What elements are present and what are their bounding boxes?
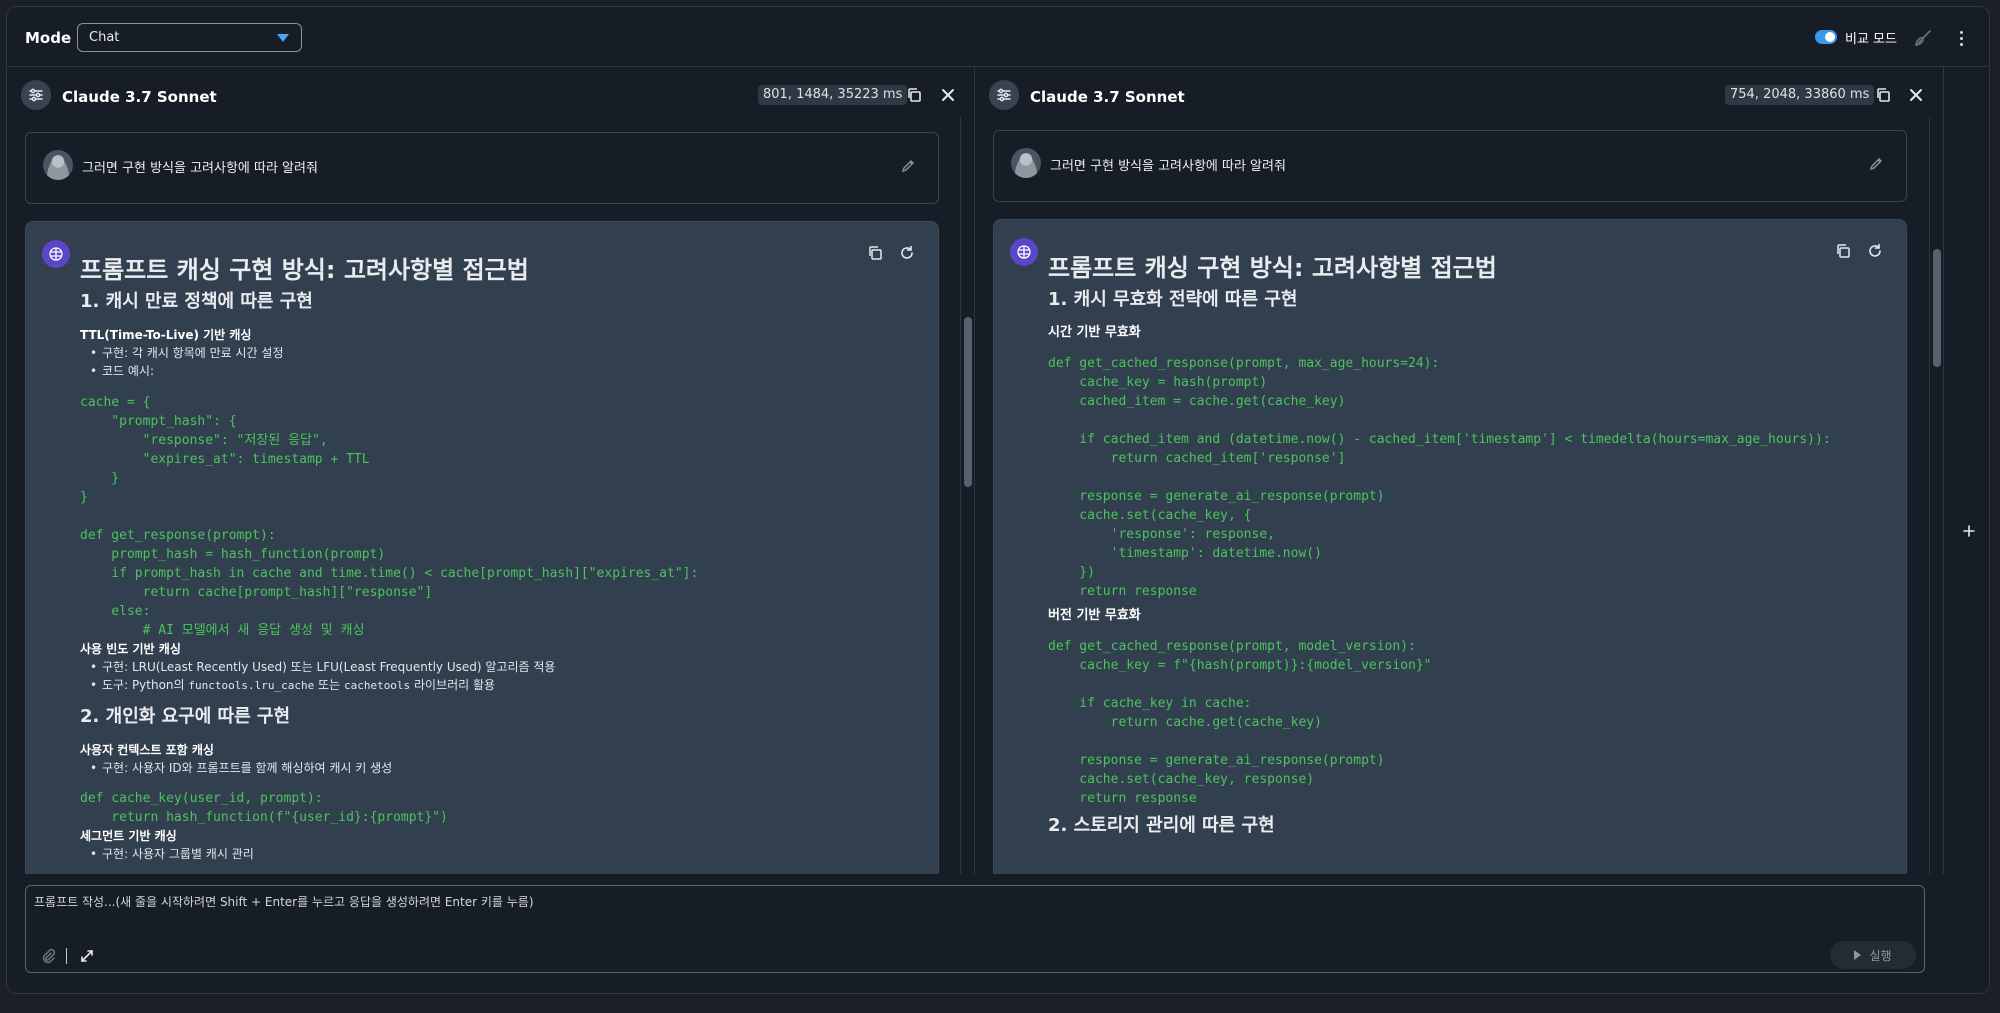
subheading: 사용 빈도 기반 캐싱 xyxy=(80,642,181,656)
subheading: 세그먼트 기반 캐싱 xyxy=(80,829,177,843)
list-item: 구현: 각 캐시 항목에 만료 시간 설정 xyxy=(80,344,918,362)
code-block: def get_cached_response(prompt, model_ve… xyxy=(1048,639,1432,806)
compare-mode-label: 비교 모드 xyxy=(1845,31,1897,47)
pencil-icon[interactable] xyxy=(900,158,916,174)
pencil-icon[interactable] xyxy=(1868,156,1884,172)
mode-select[interactable]: Chat xyxy=(77,23,302,52)
response-title: 프롬프트 캐싱 구현 방식: 고려사항별 접근법 xyxy=(1048,254,1497,282)
run-button-label: 실행 xyxy=(1869,948,1892,963)
code-block: cache = { "prompt_hash": { "response": "… xyxy=(80,395,699,638)
section-heading: 1. 캐시 무효화 전략에 따른 구현 xyxy=(1048,289,1298,310)
list-item: 구현: 사용자 ID와 프롬프트를 함께 해싱하여 캐시 키 생성 xyxy=(80,759,918,777)
model-panel-right: Claude 3.7 Sonnet 754, 2048, 33860 ms 그러… xyxy=(975,67,1944,874)
copy-icon[interactable] xyxy=(905,86,923,104)
compare-mode-toggle[interactable]: 비교 모드 xyxy=(1815,28,1897,47)
chat-scroll-area[interactable]: 그러면 구현 방식을 고려사항에 따라 알려줘 프롬프트 캐싱 구현 방식: 고… xyxy=(975,117,1929,874)
ai-brain-icon xyxy=(42,240,70,268)
ai-brain-icon xyxy=(1010,238,1038,266)
play-icon xyxy=(1854,950,1862,960)
subheading: 사용자 컨텍스트 포함 캐싱 xyxy=(80,743,214,757)
scrollbar[interactable] xyxy=(960,117,974,874)
list-item: 구현: LRU(Least Recently Used) 또는 LFU(Leas… xyxy=(80,658,918,676)
section-heading: 2. 개인화 요구에 따른 구현 xyxy=(80,706,291,727)
panel-header: Claude 3.7 Sonnet 754, 2048, 33860 ms xyxy=(975,67,1943,117)
code-block: def cache_key(user_id, prompt): return h… xyxy=(80,791,448,825)
subheading: 시간 기반 무효화 xyxy=(1048,325,1141,340)
close-icon[interactable] xyxy=(1907,86,1925,104)
plus-icon[interactable] xyxy=(1962,524,1976,538)
list-item: 도구: Python의 functools.lru_cache 또는 cache… xyxy=(80,676,918,694)
list-item: 코드 예시: xyxy=(80,362,918,380)
user-avatar xyxy=(1011,148,1041,178)
text: 또는 xyxy=(314,678,344,692)
ai-response-content: 프롬프트 캐싱 구현 방식: 고려사항별 접근법 1. 캐시 무효화 전략에 따… xyxy=(1048,252,1886,840)
model-panel-left: Claude 3.7 Sonnet 801, 1484, 35223 ms 그러… xyxy=(7,67,975,874)
list-item: 구현: 사용자 그룹별 캐시 관리 xyxy=(80,845,918,863)
chat-scroll-area[interactable]: 그러면 구현 방식을 고려사항에 따라 알려줘 프롬프트 캐싱 구현 방식: 고… xyxy=(7,117,960,874)
prompt-input[interactable]: 프롬프트 작성...(새 줄을 시작하려면 Shift + Enter를 누르고… xyxy=(25,885,1925,973)
paperclip-icon[interactable] xyxy=(40,948,56,964)
model-name: Claude 3.7 Sonnet xyxy=(1030,88,1185,106)
code-block: def get_cached_response(prompt, max_age_… xyxy=(1048,356,1831,599)
top-bar: Mode Chat 비교 모드 xyxy=(7,7,1989,67)
subheading: 버전 기반 무효화 xyxy=(1048,608,1141,623)
scrollbar[interactable] xyxy=(1929,117,1943,874)
user-message-text: 그러면 구현 방식을 고려사항에 따라 알려줘 xyxy=(1050,159,1286,174)
user-message: 그러면 구현 방식을 고려사항에 따라 알려줘 xyxy=(993,130,1907,202)
token-latency-stats: 754, 2048, 33860 ms xyxy=(1725,85,1875,105)
divider xyxy=(66,948,67,964)
mode-select-value: Chat xyxy=(89,30,120,45)
chevron-down-icon xyxy=(277,34,289,42)
scrollbar-thumb[interactable] xyxy=(964,317,972,487)
token-latency-stats: 801, 1484, 35223 ms xyxy=(758,85,908,105)
close-icon[interactable] xyxy=(939,86,957,104)
response-title: 프롬프트 캐싱 구현 방식: 고려사항별 접근법 xyxy=(80,256,529,284)
app-window: Mode Chat 비교 모드 Claude 3.7 Sonnet 801, 1… xyxy=(6,6,1990,994)
model-name: Claude 3.7 Sonnet xyxy=(62,88,217,106)
toggle-switch[interactable] xyxy=(1815,30,1837,44)
expand-icon[interactable] xyxy=(80,949,94,963)
ai-response: 프롬프트 캐싱 구현 방식: 고려사항별 접근법 1. 캐시 무효화 전략에 따… xyxy=(993,219,1907,874)
broom-icon[interactable] xyxy=(1913,28,1933,48)
ai-response: 프롬프트 캐싱 구현 방식: 고려사항별 접근법 1. 캐시 만료 정책에 따른… xyxy=(25,221,939,874)
panel-header: Claude 3.7 Sonnet 801, 1484, 35223 ms xyxy=(7,67,974,117)
sliders-icon[interactable] xyxy=(21,80,51,110)
prompt-placeholder: 프롬프트 작성...(새 줄을 시작하려면 Shift + Enter를 누르고… xyxy=(34,895,534,909)
user-message: 그러면 구현 방식을 고려사항에 따라 알려줘 xyxy=(25,132,939,204)
copy-icon[interactable] xyxy=(1874,86,1892,104)
section-heading: 1. 캐시 만료 정책에 따른 구현 xyxy=(80,291,313,312)
more-options-icon[interactable] xyxy=(1951,27,1971,49)
user-message-text: 그러면 구현 방식을 고려사항에 따라 알려줘 xyxy=(82,161,318,176)
ai-response-content: 프롬프트 캐싱 구현 방식: 고려사항별 접근법 1. 캐시 만료 정책에 따른… xyxy=(80,254,918,863)
run-button[interactable]: 실행 xyxy=(1830,941,1916,969)
mode-label: Mode xyxy=(25,29,72,47)
scrollbar-thumb[interactable] xyxy=(1933,249,1941,367)
text: 라이브러리 활용 xyxy=(410,678,496,692)
sliders-icon[interactable] xyxy=(989,80,1019,110)
section-heading: 2. 스토리지 관리에 따른 구현 xyxy=(1048,815,1275,836)
subheading: TTL(Time-To-Live) 기반 캐싱 xyxy=(80,328,252,342)
user-avatar xyxy=(43,150,73,180)
inline-code: functools.lru_cache xyxy=(188,679,315,692)
text: 도구: Python의 xyxy=(102,678,189,692)
inline-code: cachetools xyxy=(343,679,411,692)
